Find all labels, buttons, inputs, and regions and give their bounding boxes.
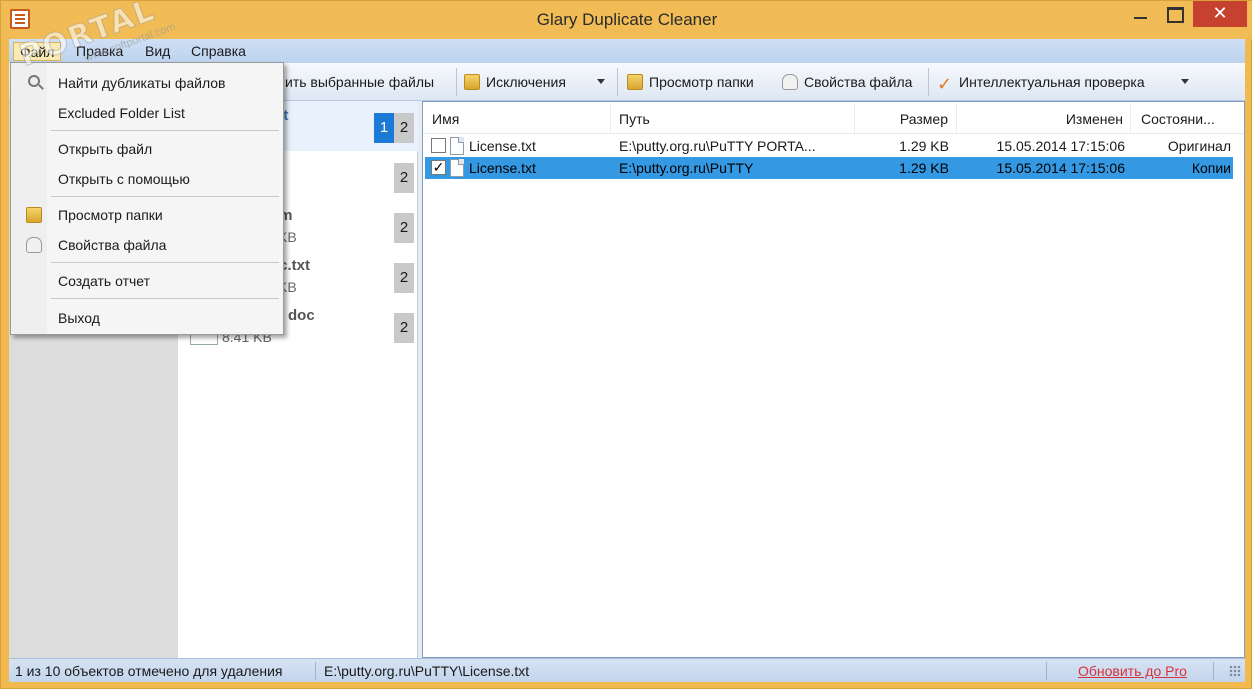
- menu-view[interactable]: Вид: [139, 42, 176, 61]
- group-count[interactable]: 2: [394, 113, 414, 143]
- file-properties-button[interactable]: Свойства файла: [782, 70, 912, 94]
- exclusions-dropdown-button[interactable]: [597, 70, 605, 94]
- file-state: Копии: [1191, 160, 1231, 176]
- group-count[interactable]: 2: [394, 163, 414, 193]
- delete-selected-button[interactable]: ить выбранные файлы: [285, 70, 434, 94]
- group-count[interactable]: 2: [394, 313, 414, 343]
- menu-item-label: Открыть файл: [58, 141, 153, 157]
- menu-item-label: Создать отчет: [58, 273, 151, 289]
- menu-item-file-properties[interactable]: Свойства файла: [12, 231, 282, 259]
- column-header-state[interactable]: Состояни...: [1131, 104, 1231, 134]
- app-window: Glary Duplicate Cleaner ✕ Файл Правка Ви…: [0, 0, 1252, 689]
- menu-separator: [51, 130, 279, 131]
- file-grid: Имя Путь Размер Изменен Состояни... Lice…: [422, 101, 1245, 658]
- status-current-path: E:\putty.org.ru\PuTTY\License.txt: [324, 663, 530, 679]
- toolbar-separator: [928, 68, 929, 96]
- file-name: License.txt: [469, 160, 536, 176]
- search-icon: [28, 75, 40, 87]
- exclusions-button[interactable]: Исключения: [464, 70, 566, 94]
- maximize-button[interactable]: [1159, 1, 1189, 27]
- status-divider: [1213, 662, 1214, 680]
- smart-check-button[interactable]: ✓ Интеллектуальная проверка: [937, 70, 1145, 94]
- menu-item-exit[interactable]: Выход: [12, 304, 282, 332]
- folder-icon: [464, 74, 480, 90]
- hand-icon: [26, 237, 42, 253]
- status-marked-count: 1 из 10 объектов отмечено для удаления: [15, 663, 283, 679]
- chevron-down-icon: [1181, 79, 1189, 84]
- toolbar-separator: [617, 68, 618, 96]
- column-header-path[interactable]: Путь: [611, 104, 855, 134]
- checkmark-icon: ✓: [937, 74, 953, 94]
- document-icon: [450, 137, 464, 155]
- column-header-name[interactable]: Имя: [423, 104, 611, 134]
- group-count[interactable]: 2: [394, 263, 414, 293]
- menu-help[interactable]: Справка: [185, 42, 252, 61]
- hand-icon: [782, 74, 798, 90]
- grid-header: Имя Путь Размер Изменен Состояни...: [423, 104, 1244, 134]
- menu-item-excluded-folder-list[interactable]: Excluded Folder List: [12, 99, 282, 127]
- file-menu-dropdown: Найти дубликаты файлов Excluded Folder L…: [10, 62, 284, 335]
- close-button[interactable]: ✕: [1193, 1, 1247, 27]
- file-name: License.txt: [469, 138, 536, 154]
- smart-check-label: Интеллектуальная проверка: [959, 74, 1145, 90]
- menu-item-label: Свойства файла: [58, 237, 167, 253]
- menu-item-label: Выход: [58, 310, 100, 326]
- menu-item-label: Excluded Folder List: [58, 105, 185, 121]
- row-checkbox[interactable]: ✓: [431, 160, 446, 175]
- delete-selected-label: ить выбранные файлы: [285, 74, 435, 90]
- file-row[interactable]: License.txt E:\putty.org.ru\PuTTY PORTA.…: [425, 135, 1233, 157]
- menu-separator: [51, 196, 279, 197]
- file-path: E:\putty.org.ru\PuTTY PORTA...: [619, 138, 816, 154]
- menu-item-open-file[interactable]: Открыть файл: [12, 135, 282, 163]
- menu-file[interactable]: Файл: [13, 42, 62, 61]
- file-state: Оригинал: [1167, 138, 1231, 154]
- file-size: 1.29 KB: [899, 160, 949, 176]
- menu-bar: Файл Правка Вид Справка: [9, 39, 1245, 63]
- smart-check-dropdown-button[interactable]: [1181, 70, 1189, 94]
- menu-item-find-duplicates[interactable]: Найти дубликаты файлов: [12, 69, 282, 97]
- group-count-selected[interactable]: 1: [374, 113, 394, 143]
- file-row[interactable]: ✓ License.txt E:\putty.org.ru\PuTTY 1.29…: [425, 157, 1233, 179]
- group-name: doc: [288, 307, 315, 324]
- status-divider: [1046, 662, 1047, 680]
- menu-item-label: Найти дубликаты файлов: [58, 75, 226, 91]
- folder-view-icon: [26, 207, 42, 223]
- resize-grip[interactable]: [1229, 665, 1241, 677]
- menu-item-label: Просмотр папки: [58, 207, 163, 223]
- window-title: Glary Duplicate Cleaner: [536, 10, 718, 29]
- toolbar-separator: [456, 68, 457, 96]
- document-icon: [450, 159, 464, 177]
- menu-separator: [51, 298, 279, 299]
- menu-item-open-with[interactable]: Открыть с помощью: [12, 165, 282, 193]
- menu-separator: [51, 262, 279, 263]
- column-header-modified[interactable]: Изменен: [957, 104, 1131, 134]
- file-properties-label: Свойства файла: [804, 74, 913, 90]
- row-checkbox[interactable]: [431, 138, 446, 153]
- folder-view-icon: [627, 74, 643, 90]
- file-path: E:\putty.org.ru\PuTTY: [619, 160, 754, 176]
- upgrade-link[interactable]: Обновить до Pro: [1078, 662, 1187, 680]
- title-bar[interactable]: Glary Duplicate Cleaner ✕: [1, 1, 1252, 39]
- menu-item-create-report[interactable]: Создать отчет: [12, 267, 282, 295]
- minimize-button[interactable]: [1125, 1, 1155, 27]
- status-bar: 1 из 10 объектов отмечено для удаления E…: [9, 658, 1245, 682]
- view-folder-label: Просмотр папки: [649, 74, 754, 90]
- group-count[interactable]: 2: [394, 213, 414, 243]
- file-size: 1.29 KB: [899, 138, 949, 154]
- chevron-down-icon: [597, 79, 605, 84]
- menu-item-view-folder[interactable]: Просмотр папки: [12, 201, 282, 229]
- view-folder-button[interactable]: Просмотр папки: [627, 70, 754, 94]
- exclusions-label: Исключения: [486, 74, 566, 90]
- file-modified: 15.05.2014 17:15:06: [996, 160, 1125, 176]
- file-modified: 15.05.2014 17:15:06: [996, 138, 1125, 154]
- column-header-size[interactable]: Размер: [855, 104, 957, 134]
- menu-edit[interactable]: Правка: [70, 42, 129, 61]
- status-divider: [315, 662, 316, 680]
- menu-item-label: Открыть с помощью: [58, 171, 190, 187]
